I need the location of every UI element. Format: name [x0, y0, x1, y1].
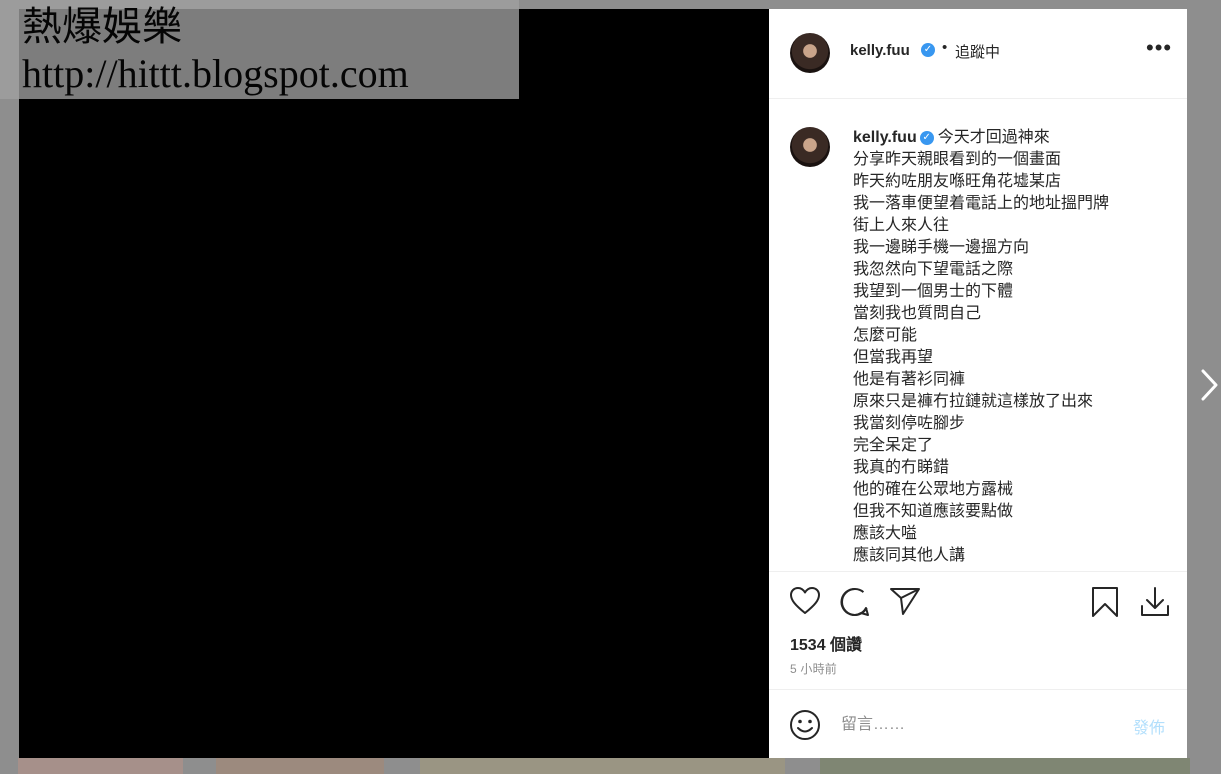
caption-line: 應該同其他人講	[853, 547, 966, 564]
background-thumbnail	[18, 758, 183, 774]
emoji-icon[interactable]	[789, 709, 821, 741]
caption-first-line: 今天才回過神來	[937, 129, 1050, 146]
caption-line: 我真的冇睇錯	[853, 459, 950, 476]
caption-line: 他是有著衫同褲	[853, 371, 966, 388]
caption-line: 但我不知道應該要點做	[853, 503, 1014, 520]
caption-area[interactable]: kelly.fuu ✓ 今天才回過神來 分享昨天親眼看到的一個畫面 昨天約咗朋友喺旺角…	[769, 99, 1187, 572]
comment-icon[interactable]	[839, 586, 871, 618]
background-thumbnail	[420, 758, 785, 774]
caption-line: 原來只是褲冇拉鏈就這樣放了出來	[853, 393, 1094, 410]
post-header: kelly.fuu ✓ • 追蹤中 •••	[769, 9, 1187, 99]
caption-line: 街上人來人往	[853, 217, 950, 234]
watermark: 熱爆娛樂 http://hittt.blogspot.com	[0, 0, 519, 99]
caption-line: 我忽然向下望電話之際	[853, 261, 1014, 278]
caption-line: 我一落車便望着電話上的地址搵門牌	[853, 195, 1110, 212]
caption-line: 昨天約咗朋友喺旺角花墟某店	[853, 173, 1062, 190]
caption-line: 我望到一個男士的下體	[853, 283, 1014, 300]
post-timestamp[interactable]: 5 小時前	[790, 660, 837, 677]
caption-line: 但當我再望	[853, 349, 934, 366]
verified-badge-icon: ✓	[919, 130, 934, 145]
caption-lines: 分享昨天親眼看到的一個畫面 昨天約咗朋友喺旺角花墟某店我一落車便望着電話上的地址搵…	[853, 149, 1109, 567]
caption-header: kelly.fuu ✓ 今天才回過神來	[853, 127, 1050, 149]
caption-line: 怎麼可能	[853, 327, 918, 344]
bookmark-icon[interactable]	[1091, 586, 1119, 618]
caption-line: 他的確在公眾地方露械	[853, 481, 1014, 498]
caption-line: 完全呆定了	[853, 437, 934, 454]
verified-badge-icon: ✓	[921, 43, 935, 57]
background-thumbnail	[820, 758, 1190, 774]
action-bar	[769, 585, 1187, 625]
comment-input[interactable]	[839, 712, 1103, 738]
chevron-right-icon[interactable]	[1200, 368, 1220, 402]
avatar[interactable]	[790, 33, 830, 73]
post-comment-button[interactable]: 發佈	[1133, 714, 1165, 738]
caption-line: 當刻我也質問自己	[853, 305, 982, 322]
like-count[interactable]: 1534 個讚	[790, 631, 862, 655]
post-media[interactable]	[19, 9, 769, 758]
separator-dot: •	[942, 39, 948, 56]
follow-status-button[interactable]: 追蹤中	[955, 41, 1000, 62]
watermark-url: http://hittt.blogspot.com	[22, 51, 409, 96]
caption-line: 應該大嗌	[853, 525, 918, 542]
share-icon[interactable]	[889, 586, 921, 616]
background-thumbnail	[216, 758, 384, 774]
caption-line: 我一邊睇手機一邊搵方向	[853, 239, 1030, 256]
caption-avatar[interactable]	[790, 127, 830, 167]
post-side-panel: kelly.fuu ✓ • 追蹤中 ••• kelly.fuu ✓ 今天才回過神來 …	[769, 9, 1187, 758]
comment-bar: 發佈	[769, 689, 1187, 759]
header-username[interactable]: kelly.fuu	[850, 42, 910, 59]
caption-line: 我當刻停咗腳步	[853, 415, 966, 432]
heart-icon[interactable]	[789, 586, 821, 616]
watermark-title: 熱爆娛樂	[22, 4, 182, 49]
caption-line: 分享昨天親眼看到的一個畫面	[853, 151, 1062, 168]
caption-username[interactable]: kelly.fuu	[853, 129, 917, 146]
download-icon[interactable]	[1139, 586, 1171, 618]
more-options-icon[interactable]: •••	[1146, 37, 1172, 59]
